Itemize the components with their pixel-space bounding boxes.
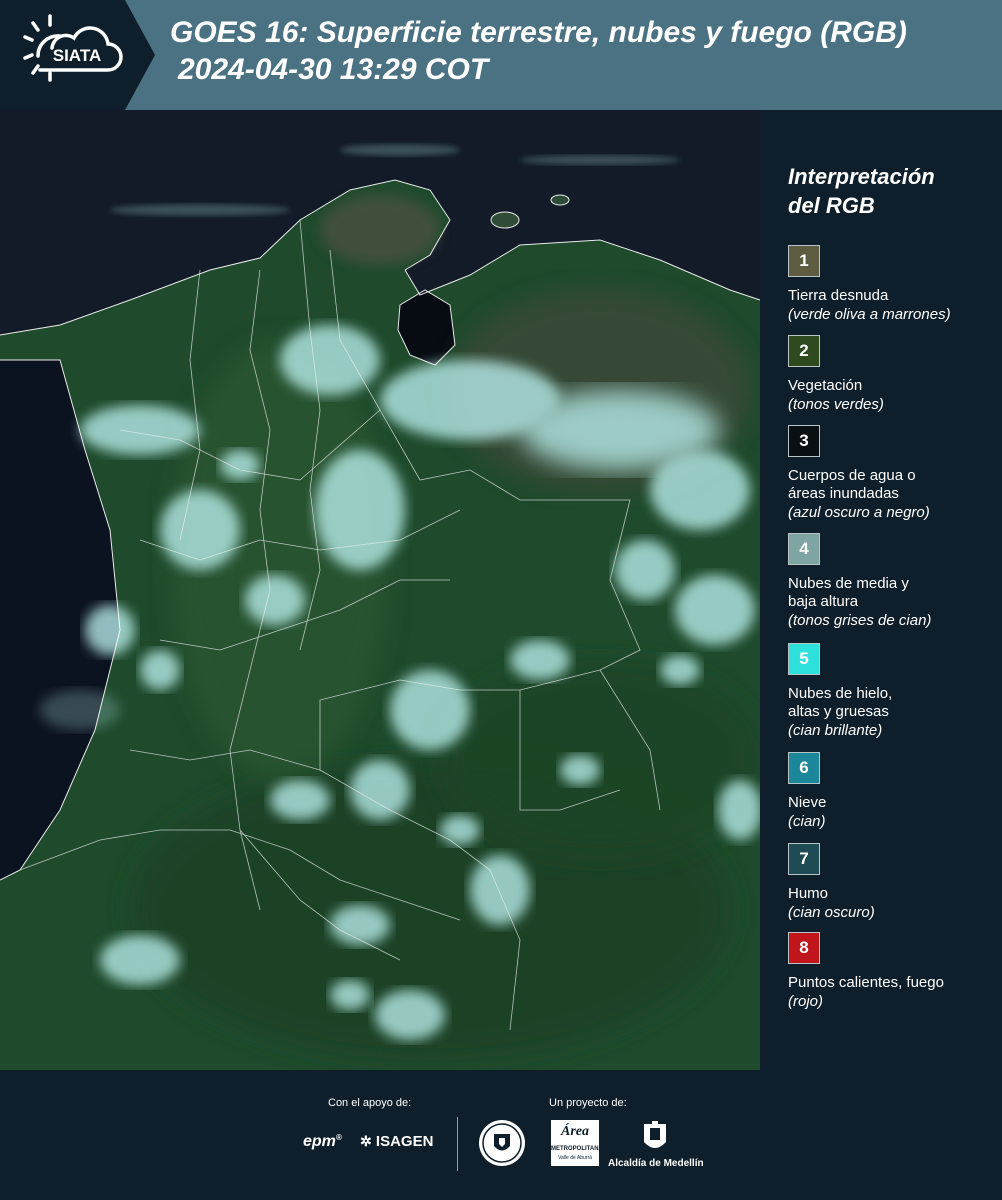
legend-swatch-3: 3 [788,425,820,457]
legend-item-label-line: Cuerpos de agua o [788,467,916,484]
legend-item-nubes-media-baja: 4 Nubes de media y baja altura (tonos gr… [788,533,988,631]
legend-item-desc: (verde oliva a marrones) [788,306,951,323]
title-line-product: GOES 16: Superficie terrestre, nubes y f… [170,16,907,49]
legend-swatch-5: 5 [788,643,820,675]
university-seal-icon [479,1120,525,1166]
legend-item-label-line: áreas inundadas [788,485,899,502]
area-metropolitana-logo-subtitle: METROPOLITANA [551,1146,603,1152]
area-metropolitana-logo-title: Área [561,1124,589,1139]
legend-item-label: Nieve [788,794,827,811]
legend-item-label: Nubes de media y baja altura [788,575,988,611]
legend-item-label: Puntos calientes, fuego [788,974,944,991]
footer-divider [457,1117,458,1171]
legend-item-humo: 7 Humo (cian oscuro) [788,843,988,923]
epm-logo: epm® [303,1133,342,1150]
legend-item-label-line: Nubes de media y [788,575,909,592]
isagen-logo: ✲ ISAGEN [360,1133,433,1150]
legend-item-label-line: altas y gruesas [788,703,889,720]
legend-title-line1: Interpretación [788,164,935,189]
legend-swatch-1: 1 [788,245,820,277]
legend-item-fuego: 8 Puntos calientes, fuego (rojo) [788,932,988,1012]
satellite-map-svg [0,110,760,1070]
legend-item-desc: (cian oscuro) [788,904,875,921]
header: SIATA GOES 16: Superficie terrestre, nub… [0,0,1002,110]
isagen-star-icon: ✲ [360,1133,372,1149]
satellite-image[interactable] [0,110,760,1070]
legend-title-line2: del RGB [788,193,875,218]
alcaldia-medellin-label: Alcaldía de Medellín [608,1158,704,1169]
medellin-coat-of-arms-icon [644,1121,666,1148]
project-label: Un proyecto de: [549,1097,627,1109]
legend-item-label: Cuerpos de agua o áreas inundadas [788,467,988,503]
footer: Con el apoyo de: Un proyecto de: epm® ✲ … [0,1070,1002,1200]
legend-item-desc: (tonos grises de cian) [788,612,932,629]
legend-item-desc: (rojo) [788,993,824,1010]
legend-item-label: Tierra desnuda [788,287,889,304]
support-label: Con el apoyo de: [328,1097,412,1109]
legend-swatch-4: 4 [788,533,820,565]
page-title: GOES 16: Superficie terrestre, nubes y f… [170,14,907,88]
legend-item-label-line: Nubes de hielo, [788,685,893,702]
legend-item-label: Humo [788,885,829,902]
legend-item-desc: (tonos verdes) [788,396,884,413]
legend-swatch-7: 7 [788,843,820,875]
legend-item-label: Nubes de hielo, altas y gruesas [788,685,988,721]
legend-item-desc: (cian brillante) [788,722,883,739]
legend-item-nubes-hielo: 5 Nubes de hielo, altas y gruesas (cian … [788,643,988,741]
legend-item-label: Vegetación [788,377,863,394]
legend-title: Interpretación del RGB [788,162,935,220]
title-line-datetime: 2024-04-30 13:29 COT [178,53,489,86]
legend-swatch-6: 6 [788,752,820,784]
legend-item-label-line: baja altura [788,593,859,610]
legend-swatch-8: 8 [788,932,820,964]
legend-item-desc: (cian) [788,813,826,830]
legend-swatch-2: 2 [788,335,820,367]
legend-panel: Interpretación del RGB 1 Tierra desnuda … [760,110,1002,1070]
legend-item-cuerpos-agua: 3 Cuerpos de agua o áreas inundadas (azu… [788,425,988,523]
siata-logo-text: SIATA [53,46,101,65]
epm-logo-text: epm [303,1133,336,1150]
legend-item-tierra-desnuda: 1 Tierra desnuda (verde oliva a marrones… [788,245,988,325]
isagen-logo-text: ISAGEN [375,1133,434,1150]
area-metropolitana-logo: Área METROPOLITANA Valle de Aburrá [551,1120,603,1166]
legend-item-desc: (azul oscuro a negro) [788,504,930,521]
legend-item-nieve: 6 Nieve (cian) [788,752,988,832]
legend-item-vegetacion: 2 Vegetación (tonos verdes) [788,335,988,415]
area-metropolitana-logo-place: Valle de Aburrá [558,1155,592,1161]
siata-logo: SIATA [0,0,155,110]
